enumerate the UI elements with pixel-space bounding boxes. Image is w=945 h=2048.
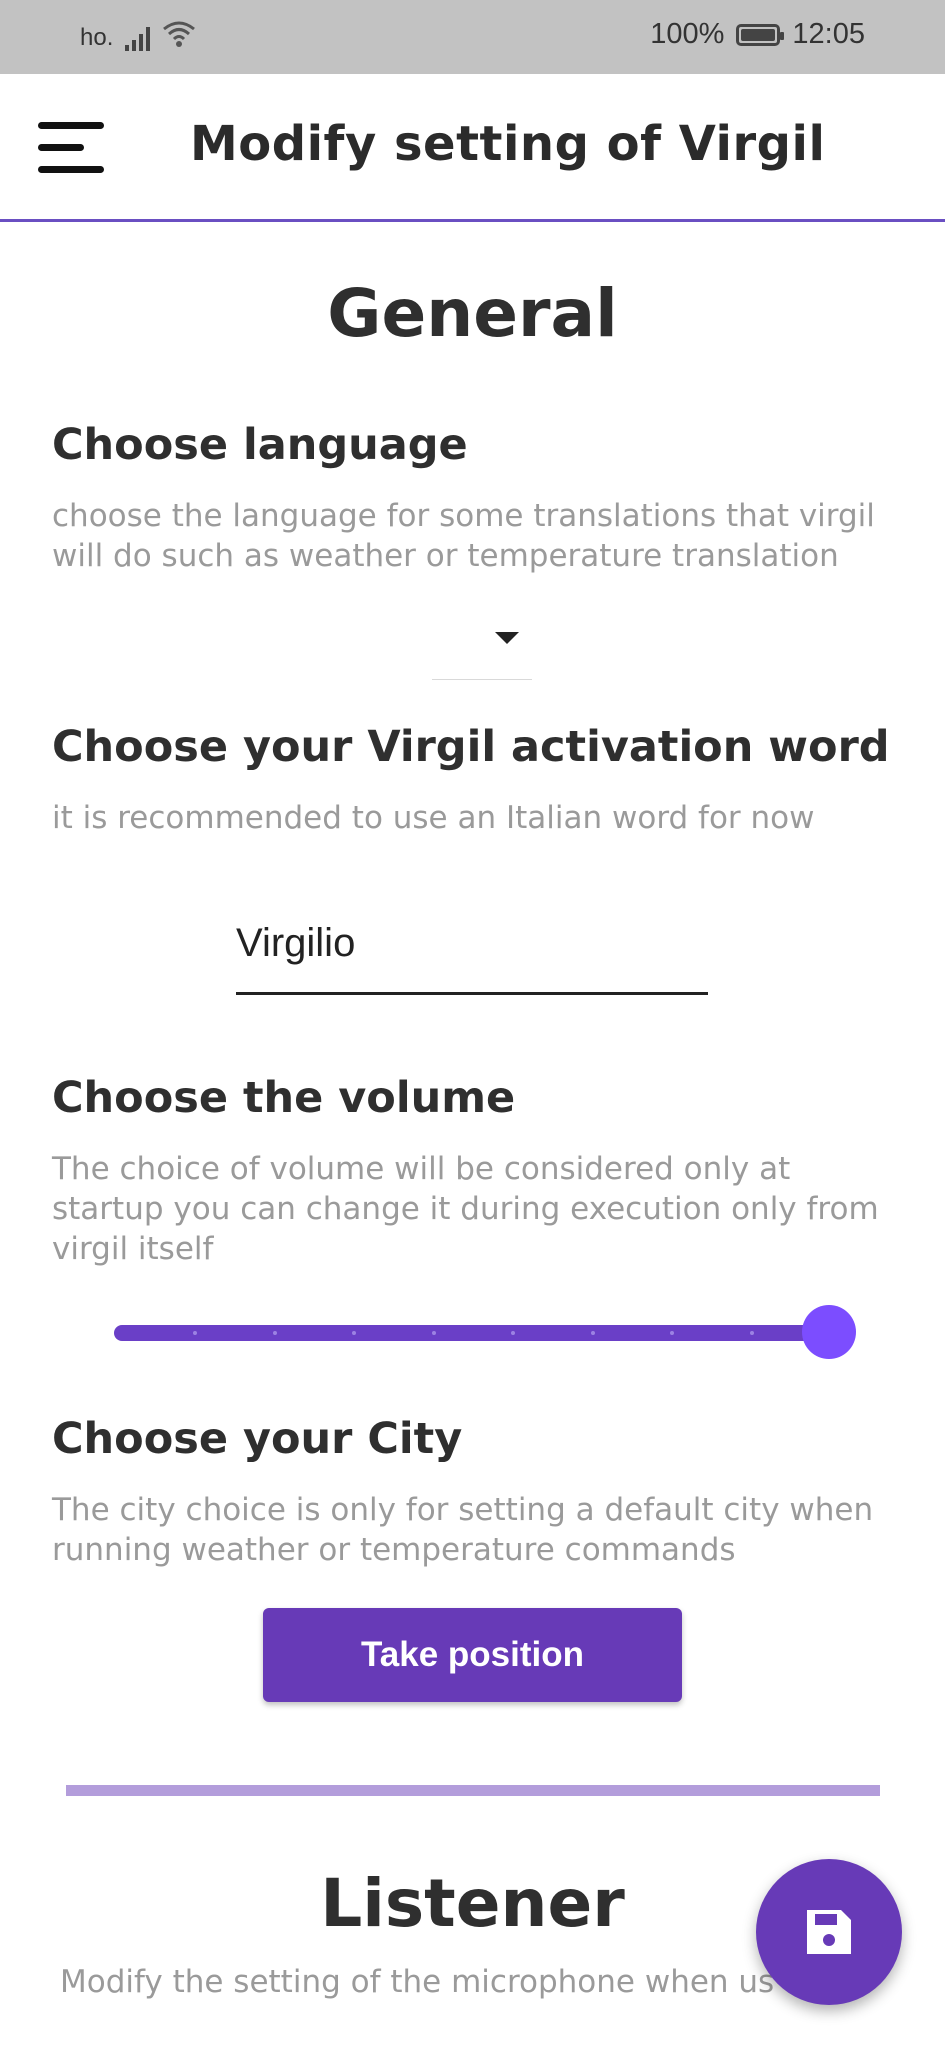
screen: ho. 100% 12:05 Modify setting of Virgil … xyxy=(0,0,945,2048)
city-title: Choose your City xyxy=(52,1414,463,1464)
slider-tick xyxy=(272,1331,277,1335)
battery-percent: 100% xyxy=(650,18,725,50)
page-title: Modify setting of Virgil xyxy=(190,116,826,172)
section-title-general: General xyxy=(327,275,618,352)
slider-tick xyxy=(590,1331,595,1335)
menu-icon[interactable] xyxy=(38,118,108,178)
volume-title: Choose the volume xyxy=(52,1073,516,1123)
volume-description: The choice of volume will be considered … xyxy=(52,1151,879,1267)
slider-thumb[interactable] xyxy=(802,1305,856,1359)
activation-word-description: it is recommended to use an Italian word… xyxy=(52,800,815,836)
chevron-down-icon xyxy=(495,632,519,644)
volume-slider[interactable] xyxy=(114,1305,856,1361)
city-description: The city choice is only for setting a de… xyxy=(52,1492,874,1568)
clock: 12:05 xyxy=(792,18,865,50)
language-title: Choose language xyxy=(52,420,468,470)
slider-tick xyxy=(431,1331,436,1335)
section-divider xyxy=(66,1785,880,1796)
language-description: choose the language for some translation… xyxy=(52,498,875,574)
activation-word-input[interactable] xyxy=(236,895,708,995)
status-bar: ho. 100% 12:05 xyxy=(0,0,945,74)
save-icon xyxy=(807,1910,851,1954)
activation-word-title: Choose your Virgil activation word xyxy=(52,722,890,772)
status-left: ho. xyxy=(80,20,196,55)
signal-icon xyxy=(125,25,151,51)
wifi-icon xyxy=(162,20,196,55)
status-right: 100% 12:05 xyxy=(650,18,865,51)
app-bar: Modify setting of Virgil xyxy=(0,74,945,222)
slider-track xyxy=(114,1325,829,1341)
battery-icon xyxy=(736,23,785,46)
take-position-button[interactable]: Take position xyxy=(263,1608,682,1702)
carrier-label: ho. xyxy=(80,23,114,51)
slider-tick xyxy=(749,1331,754,1335)
save-button[interactable] xyxy=(756,1859,902,2005)
language-dropdown[interactable] xyxy=(432,620,532,680)
